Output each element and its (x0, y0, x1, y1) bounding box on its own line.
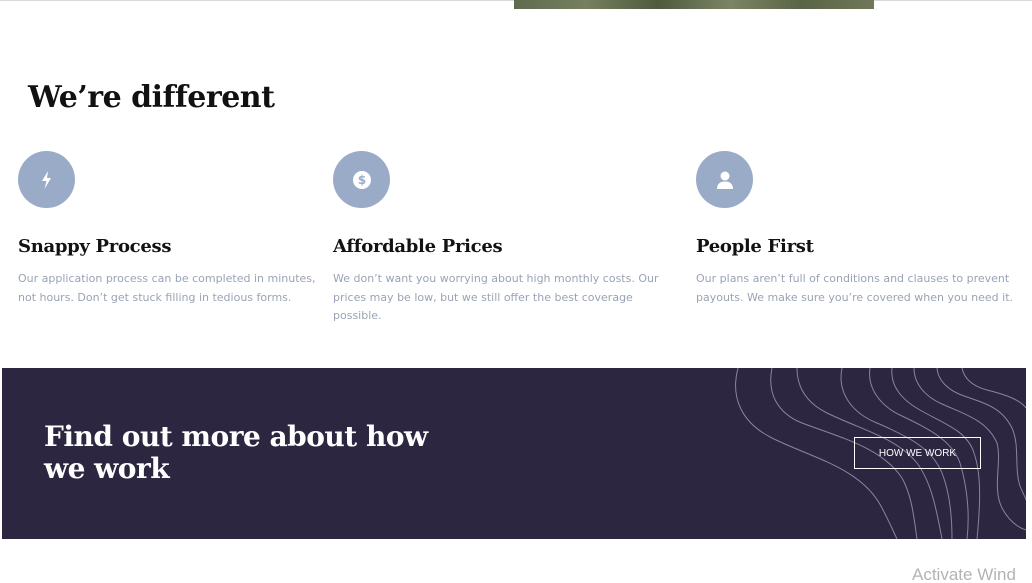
cta-heading: Find out more about how we work (44, 420, 428, 485)
section-title: We’re different (28, 80, 275, 115)
feature-description: Our plans aren’t full of conditions and … (696, 272, 1014, 304)
svg-text:$: $ (357, 173, 365, 187)
dollar-coin-icon: $ (333, 151, 390, 208)
feature-title: People First (696, 236, 814, 257)
cta-banner: Find out more about how we work How we w… (2, 368, 1026, 539)
person-icon (696, 151, 753, 208)
feature-people-first: People First Our plans aren’t full of co… (696, 151, 1018, 307)
hero-image (514, 0, 874, 9)
how-we-work-button[interactable]: How we work (854, 437, 981, 469)
feature-description: Our application process can be completed… (18, 272, 316, 304)
feature-affordable-prices: $ Affordable Prices We don’t want you wo… (333, 151, 663, 326)
feature-snappy-process: Snappy Process Our application process c… (18, 151, 318, 307)
feature-description: We don’t want you worrying about high mo… (333, 272, 659, 322)
feature-title: Affordable Prices (333, 236, 503, 257)
activate-windows-watermark: Activate Wind (912, 565, 1016, 583)
feature-title: Snappy Process (18, 236, 172, 257)
lightning-icon (18, 151, 75, 208)
